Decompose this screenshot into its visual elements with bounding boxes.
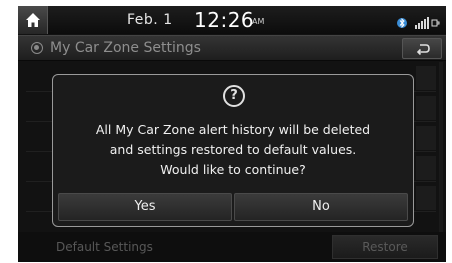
list-row-control	[416, 156, 436, 180]
confirm-dialog: ? All My Car Zone alert history will be …	[52, 74, 414, 227]
status-ampm: AM	[252, 17, 265, 26]
default-settings-label: Default Settings	[56, 240, 153, 254]
back-arrow-icon	[416, 44, 430, 55]
title-bar: My Car Zone Settings	[18, 35, 446, 61]
list-row-control	[416, 186, 436, 210]
signal-icon	[415, 17, 440, 29]
status-time: 12:26	[194, 8, 255, 32]
restore-button[interactable]: Restore	[332, 235, 438, 259]
head-unit-display: Feb. 1 12:26 AM My Car Zone Settings Def…	[18, 6, 446, 262]
yes-button[interactable]: Yes	[58, 193, 232, 221]
dialog-message-line: and settings restored to default values.	[109, 142, 357, 157]
scrollbar[interactable]	[439, 62, 443, 252]
home-icon	[26, 13, 40, 27]
radio-button-icon	[31, 42, 43, 54]
status-date: Feb. 1	[127, 12, 173, 28]
list-row-control	[416, 96, 436, 120]
list-row-control	[416, 66, 436, 90]
list-row-control	[416, 126, 436, 150]
dialog-message-line: Would like to continue?	[160, 162, 306, 177]
home-button[interactable]	[18, 6, 48, 34]
screen: Feb. 1 12:26 AM My Car Zone Settings Def…	[0, 0, 452, 263]
question-icon: ?	[223, 85, 245, 107]
dialog-message-line: All My Car Zone alert history will be de…	[95, 122, 371, 137]
bluetooth-icon	[397, 18, 407, 28]
status-icons	[396, 14, 443, 33]
default-settings-row: Default Settings Restore	[18, 232, 446, 262]
status-bar: Feb. 1 12:26 AM	[18, 6, 446, 34]
back-button[interactable]	[402, 38, 442, 59]
no-button[interactable]: No	[234, 193, 408, 221]
page-title: My Car Zone Settings	[50, 40, 201, 56]
